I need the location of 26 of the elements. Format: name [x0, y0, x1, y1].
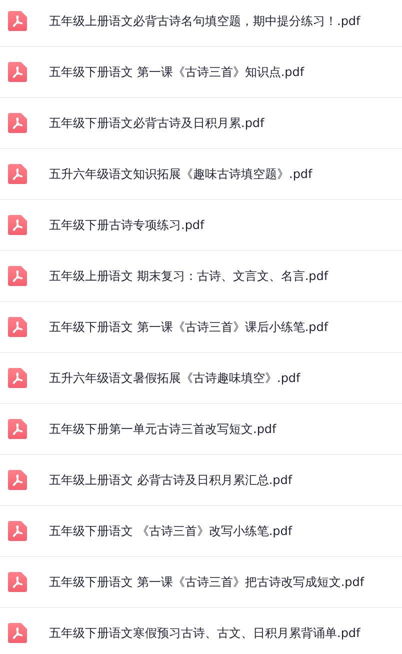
file-name[interactable]: 五年级上册语文 必背古诗及日积月累汇总.pdf	[49, 472, 292, 488]
pdf-icon	[8, 317, 27, 337]
file-name[interactable]: 五年级下册语文 第一课《古诗三首》把古诗改写成短文.pdf	[49, 574, 364, 590]
file-name[interactable]: 五年级下册语文 《古诗三首》改写小练笔.pdf	[49, 522, 292, 540]
file-name[interactable]: 五年级上册语文 期末复习：古诗、文言文、名言.pdf	[49, 268, 328, 284]
pdf-icon	[8, 368, 27, 388]
pdf-icon	[8, 470, 27, 490]
pdf-icon	[8, 11, 27, 31]
file-name[interactable]: 五升六年级语文知识拓展《趣味古诗填空题》.pdf	[49, 166, 312, 182]
file-name[interactable]: 五年级下册第一单元古诗三首改写短文.pdf	[49, 420, 276, 438]
pdf-icon	[8, 113, 27, 133]
pdf-icon	[8, 623, 27, 643]
pdf-icon	[8, 215, 27, 235]
file-name[interactable]: 五年级下册语文必背古诗及日积月累.pdf	[49, 114, 264, 132]
file-name[interactable]: 五年级下册语文寒假预习古诗、古文、日积月累背诵单.pdf	[49, 624, 360, 642]
pdf-icon	[8, 266, 27, 286]
pdf-icon	[8, 419, 27, 439]
file-name[interactable]: 五年级下册语文 第一课《古诗三首》课后小练笔.pdf	[49, 318, 328, 336]
file-name[interactable]: 五升六年级语文暑假拓展《古诗趣味填空》.pdf	[49, 370, 300, 386]
file-name[interactable]: 五年级上册语文必背古诗名句填空题，期中提分练习！.pdf	[49, 12, 360, 30]
file-name[interactable]: 五年级下册古诗专项练习.pdf	[49, 216, 204, 234]
pdf-icon	[8, 572, 27, 592]
pdf-icon	[8, 164, 27, 184]
pdf-icon	[8, 521, 27, 541]
pdf-icon	[8, 62, 27, 82]
file-name[interactable]: 五年级下册语文 第一课《古诗三首》知识点.pdf	[49, 64, 304, 80]
